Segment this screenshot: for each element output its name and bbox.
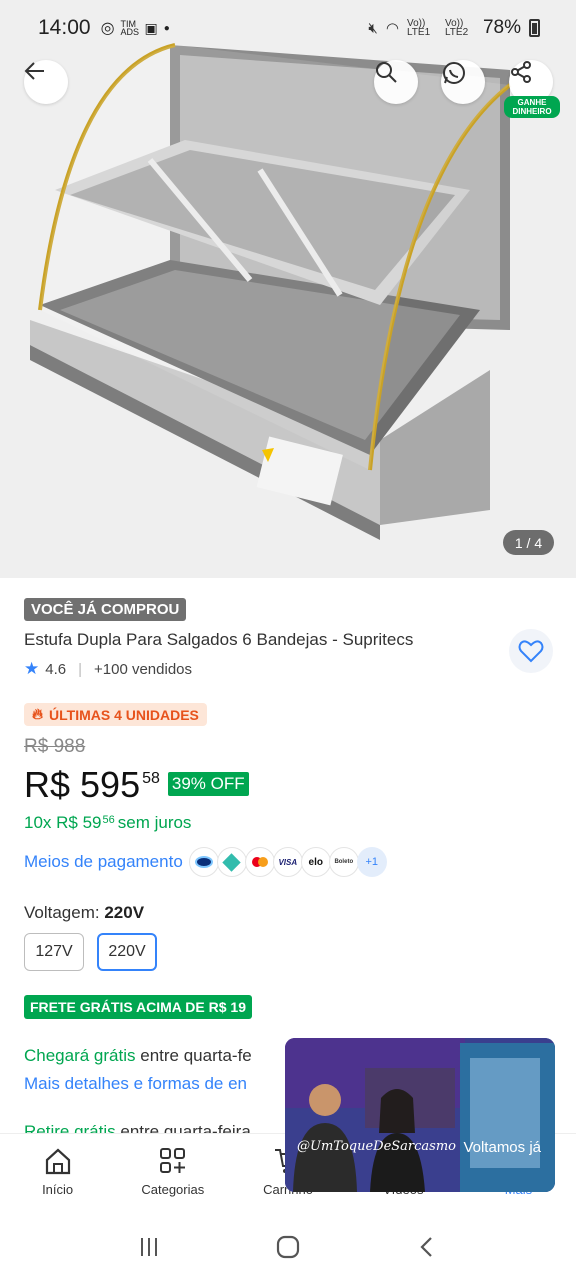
stock-tag-label: ÚLTIMAS 4 UNIDADES — [49, 706, 199, 723]
signal-lte1: Vo)) LTE1 — [406, 18, 431, 38]
product-image[interactable]: GANHE DINHEIRO 1 / 4 — [0, 0, 576, 578]
video-caption: @UmToqueDeSarcasmo Voltamos já — [285, 1139, 555, 1156]
search-icon — [376, 62, 397, 83]
status-time: 14:00 — [38, 16, 91, 39]
image-pager: 1 / 4 — [503, 530, 554, 555]
categories-icon — [159, 1148, 185, 1173]
delivery-free-label: Chegará grátis — [24, 1046, 136, 1065]
nav-inicio[interactable]: Início — [0, 1134, 115, 1213]
status-carrier-text: TIM ADS — [120, 19, 140, 37]
mute-icon: 🔇︎ — [368, 19, 378, 37]
mastercard-icon — [244, 847, 275, 877]
home-button-icon[interactable] — [275, 1234, 301, 1260]
video-frame — [285, 1038, 555, 1192]
system-navigation-bar — [0, 1213, 576, 1280]
stock-tag: 🔥︎ ÚLTIMAS 4 UNIDADES — [24, 703, 207, 726]
back-nav-icon[interactable] — [415, 1235, 439, 1259]
boleto-icon: Boleto — [328, 847, 359, 877]
status-bar: 14:00 ◎ TIM ADS ▣ ● 🔇︎ ◠ Vo)) LTE1 Vo)) … — [0, 0, 576, 56]
divider: | — [78, 660, 83, 678]
more-payment-methods[interactable]: +1 — [356, 847, 387, 877]
back-button[interactable] — [24, 60, 68, 104]
voltage-selected: 220V — [104, 903, 145, 922]
battery-icon — [529, 19, 540, 37]
status-right-icons: 🔇︎ ◠ Vo)) LTE1 Vo)) LTE2 78% — [368, 17, 540, 39]
free-shipping-tag: FRETE GRÁTIS ACIMA DE R$ 19 — [24, 995, 252, 1019]
nav-categorias-label: Categorias — [141, 1182, 205, 1197]
discount-badge: 39% OFF — [167, 772, 249, 796]
delivery-info: Chegará grátis entre quarta-fe — [24, 1046, 252, 1066]
rating-row[interactable]: ★ 4.6 | +100 vendidos — [24, 659, 192, 679]
star-icon: ★ — [24, 659, 40, 678]
home-icon — [45, 1148, 70, 1175]
payment-methods-link[interactable]: Meios de pagamento — [24, 852, 183, 872]
installments: 10x R$ 59 56 sem juros — [24, 813, 191, 833]
pix-icon — [216, 847, 247, 877]
whatsapp-notification-icon: ◎ — [100, 20, 115, 37]
installment-prefix: 10x R$ 59 — [24, 813, 102, 832]
old-price: R$ 988 — [24, 736, 86, 757]
share-earn-badge: GANHE DINHEIRO — [504, 96, 560, 118]
voltage-option-127v[interactable]: 127V — [24, 933, 84, 971]
arrow-left-icon — [24, 62, 44, 80]
voltage-label: Voltagem: 220V — [24, 903, 144, 923]
price-main: R$ 595 — [24, 764, 141, 805]
rating-value: 4.6 — [45, 660, 67, 678]
recent-apps-icon[interactable] — [137, 1235, 161, 1259]
fire-icon: 🔥︎ — [32, 706, 44, 723]
installment-suffix: sem juros — [117, 813, 192, 832]
product-title: Estufa Dupla Para Salgados 6 Bandejas - … — [24, 630, 414, 649]
dot-icon: ● — [163, 22, 170, 34]
app-notification-icon: ▣ — [144, 19, 158, 36]
delivery-date: entre quarta-fe — [140, 1046, 252, 1065]
heart-icon — [518, 640, 544, 663]
visa-icon: VISA — [272, 847, 303, 877]
current-price: R$ 595 58 39% OFF — [24, 764, 249, 806]
wifi-icon: ◠ — [385, 20, 399, 37]
nav-categorias[interactable]: Categorias — [115, 1134, 230, 1213]
whatsapp-share-button[interactable] — [441, 60, 485, 104]
shipping-details-link[interactable]: Mais detalhes e formas de en — [24, 1074, 247, 1094]
nav-inicio-label: Início — [42, 1182, 74, 1197]
payment-methods[interactable]: Meios de pagamento VISA elo Boleto +1 — [24, 847, 387, 877]
status-notification-icons: ◎ TIM ADS ▣ ● — [101, 18, 170, 38]
signal-lte2: Vo)) LTE2 — [444, 18, 469, 38]
voltage-label-text: Voltagem: — [24, 903, 100, 922]
favorite-button[interactable] — [509, 629, 553, 673]
product-photo — [0, 0, 576, 578]
already-bought-badge: VOCÊ JÁ COMPROU — [24, 598, 187, 621]
video-message: Voltamos já — [463, 1139, 541, 1156]
installment-cents: 56 — [102, 814, 115, 826]
share-icon — [511, 61, 531, 83]
price-cents: 58 — [142, 770, 160, 787]
floating-video-player[interactable]: @UmToqueDeSarcasmo Voltamos já — [285, 1038, 555, 1192]
battery-level: 78% — [482, 17, 521, 38]
mercadopago-icon — [188, 847, 219, 877]
video-channel-handle: @UmToqueDeSarcasmo — [297, 1139, 457, 1154]
search-button[interactable] — [374, 60, 418, 104]
sold-count: +100 vendidos — [94, 660, 193, 678]
voltage-option-220v[interactable]: 220V — [97, 933, 157, 971]
whatsapp-icon — [443, 62, 465, 84]
elo-icon: elo — [300, 847, 331, 877]
